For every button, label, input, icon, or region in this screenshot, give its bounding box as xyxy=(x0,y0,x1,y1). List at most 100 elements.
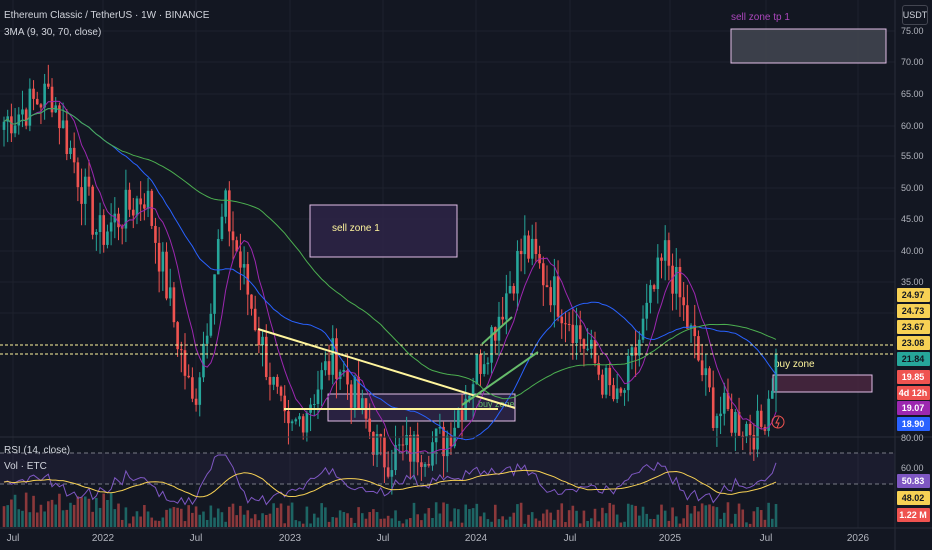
x-tick-label: Jul xyxy=(190,533,203,544)
volume-bar xyxy=(612,504,615,527)
volume-bar xyxy=(69,502,72,527)
y-tick-label: 55.00 xyxy=(901,151,924,161)
volume-bar xyxy=(150,517,154,527)
candle-body xyxy=(191,377,194,399)
volume-bar xyxy=(615,514,619,527)
price-badge-label: 4d 12h xyxy=(899,388,928,398)
buy-zone-right-label: buy zone xyxy=(774,359,815,370)
candle-body xyxy=(457,410,460,428)
volume-bar xyxy=(674,516,678,527)
candle-body xyxy=(231,231,235,241)
volume-bar xyxy=(39,504,43,527)
candle-body xyxy=(674,266,678,294)
candle-body xyxy=(719,413,722,417)
volume-bar xyxy=(482,512,486,527)
candle-body xyxy=(590,339,593,349)
candle-body xyxy=(700,360,704,376)
candle-body xyxy=(771,390,774,399)
candle-body xyxy=(748,423,752,435)
chart-canvas[interactable]: sell zone tp 1 sell zone 1 buy zone buy zon… xyxy=(0,0,932,550)
volume-bar xyxy=(372,509,375,527)
volume-bar xyxy=(645,513,649,527)
candle-body xyxy=(95,232,98,235)
candle-body xyxy=(486,362,490,365)
y-tick-label: 75.00 xyxy=(901,26,924,36)
volume-bar xyxy=(58,493,61,527)
sell-zone-tp1-label: sell zone tp 1 xyxy=(731,12,790,23)
volume-bar xyxy=(83,496,87,527)
candle-body xyxy=(279,386,283,396)
candle-body xyxy=(652,285,656,289)
volume-bar xyxy=(471,508,475,527)
volume-bar xyxy=(279,503,283,527)
volume-bar xyxy=(475,503,479,527)
candle-body xyxy=(638,339,641,356)
volume-bar xyxy=(194,506,198,527)
x-tick-label: 2024 xyxy=(465,533,488,544)
volume-bar xyxy=(501,516,504,527)
volume-bar xyxy=(10,499,13,527)
candle-body xyxy=(360,398,364,409)
volume-bar xyxy=(368,512,371,527)
candle-body xyxy=(198,377,202,405)
candle-body xyxy=(678,266,682,298)
candle-body xyxy=(98,215,102,233)
volume-bar xyxy=(239,505,242,527)
candle-body xyxy=(187,375,190,378)
candle-body xyxy=(320,370,323,390)
volume-bar xyxy=(468,509,471,527)
candle-body xyxy=(43,83,46,108)
volume-bar xyxy=(682,518,685,527)
volume-bar xyxy=(202,511,205,527)
candle-body xyxy=(17,114,21,126)
volume-bar xyxy=(28,512,32,527)
candle-body xyxy=(564,323,567,325)
volume-bar xyxy=(479,516,482,527)
candle-body xyxy=(479,354,482,374)
volume-bar xyxy=(128,523,131,527)
volume-bar xyxy=(216,508,220,527)
volume-bar xyxy=(102,493,106,527)
candle-body xyxy=(667,240,671,266)
candle-body xyxy=(545,285,549,288)
volume-bar xyxy=(397,520,401,527)
volume-bar xyxy=(331,517,335,527)
candle-body xyxy=(759,410,763,427)
volume-bar xyxy=(412,502,416,527)
volume-bar xyxy=(420,520,423,527)
volume-bar xyxy=(715,507,719,527)
candle-body xyxy=(305,412,309,433)
candle-body xyxy=(135,198,139,216)
candle-body xyxy=(268,377,272,385)
candle-body xyxy=(530,238,534,259)
volume-bar xyxy=(47,501,50,527)
price-badge-label: 24.97 xyxy=(902,290,925,300)
volume-bar xyxy=(213,517,216,527)
volume-bar xyxy=(394,510,397,527)
candle-body xyxy=(756,410,759,450)
candle-body xyxy=(72,147,76,163)
volume-bar xyxy=(409,518,412,527)
volume-bar xyxy=(630,504,634,527)
currency-button[interactable]: USDT xyxy=(902,5,928,25)
candle-body xyxy=(316,389,320,404)
candle-body xyxy=(65,120,69,155)
candle-body xyxy=(209,313,213,336)
volume-bar xyxy=(324,507,327,527)
candle-body xyxy=(434,428,438,443)
volume-bar xyxy=(242,514,246,527)
volume-bar xyxy=(209,505,213,527)
x-tick-label: 2026 xyxy=(847,533,870,544)
volume-bar xyxy=(157,520,161,527)
x-tick-label: 2022 xyxy=(92,533,115,544)
volume-bar xyxy=(726,502,730,527)
volume-bar xyxy=(205,519,209,527)
volume-bar xyxy=(283,523,287,527)
zones-layer: sell zone tp 1 sell zone 1 buy zone buy zon… xyxy=(309,12,887,422)
x-tick-label: Jul xyxy=(760,533,773,544)
volume-bar xyxy=(604,513,608,527)
candle-body xyxy=(553,276,556,306)
volume-bar xyxy=(146,511,150,527)
candle-body xyxy=(180,349,183,351)
volume-bar xyxy=(693,505,697,527)
